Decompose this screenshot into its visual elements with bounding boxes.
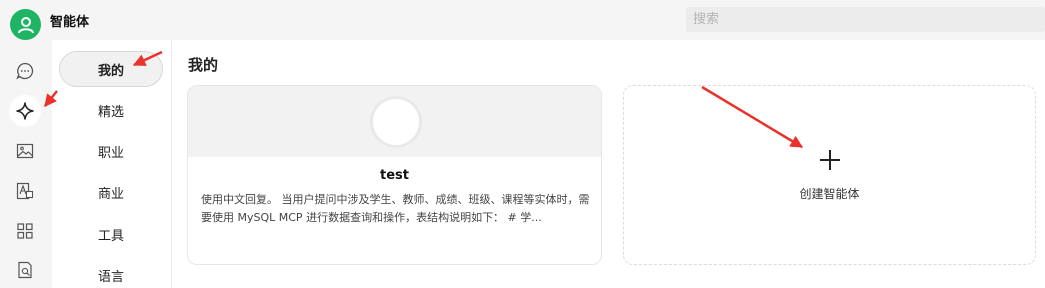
create-agent-button[interactable]: 创建智能体 xyxy=(623,85,1036,265)
rail-item-apps[interactable] xyxy=(9,215,41,247)
apps-grid-icon xyxy=(17,223,33,239)
section-title: 我的 xyxy=(188,56,219,74)
category-business[interactable]: 商业 xyxy=(59,174,163,210)
user-icon xyxy=(17,16,34,33)
main-content: 我的 test 使用中文回复。 当用户提问中涉及学生、教师、成绩、班级、课程等实… xyxy=(173,40,1045,288)
category-nav: 我的 精选 职业 商业 工具 语言 xyxy=(52,40,172,288)
category-language[interactable]: 语言 xyxy=(59,257,163,288)
rail-item-images[interactable] xyxy=(9,135,41,167)
top-bar: 智能体 xyxy=(0,0,1045,40)
category-mine[interactable]: 我的 xyxy=(59,51,163,87)
chat-bubble-icon xyxy=(16,62,34,80)
agent-card[interactable]: test 使用中文回复。 当用户提问中涉及学生、教师、成绩、班级、课程等实体时，… xyxy=(187,85,602,265)
rail-item-text-to-image[interactable] xyxy=(9,175,41,207)
app-title: 智能体 xyxy=(50,15,90,30)
user-avatar[interactable] xyxy=(10,9,41,40)
category-featured[interactable]: 精选 xyxy=(59,92,163,128)
create-agent-label: 创建智能体 xyxy=(799,187,860,201)
agent-name: test xyxy=(380,168,409,183)
agent-description: 使用中文回复。 当用户提问中涉及学生、教师、成绩、班级、课程等实体时，需要使用 … xyxy=(201,193,590,224)
rail-item-agents[interactable] xyxy=(9,95,41,127)
document-search-icon xyxy=(18,261,32,279)
category-tools[interactable]: 工具 xyxy=(59,216,163,252)
icon-rail xyxy=(0,40,52,288)
search-input[interactable] xyxy=(686,7,1045,32)
agent-avatar xyxy=(370,96,422,148)
plus-icon xyxy=(818,148,842,172)
rail-item-chat[interactable] xyxy=(9,55,41,87)
rail-item-document-search[interactable] xyxy=(9,254,41,286)
sparkle-icon xyxy=(16,102,34,120)
image-icon xyxy=(16,143,34,159)
category-career[interactable]: 职业 xyxy=(59,133,163,169)
text-image-icon xyxy=(16,182,34,200)
